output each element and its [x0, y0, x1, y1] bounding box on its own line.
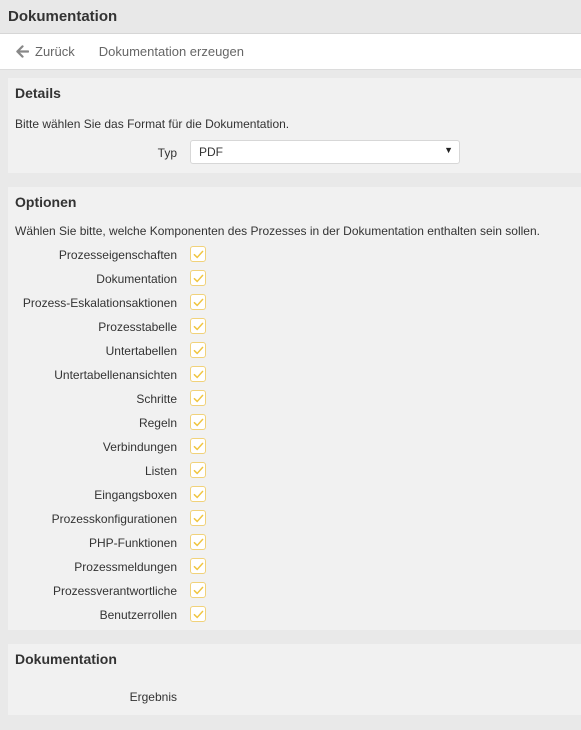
- option-label: Prozessmeldungen: [74, 560, 177, 574]
- options-title: Optionen: [15, 194, 77, 210]
- option-row: Prozessverantwortliche: [8, 580, 581, 604]
- generate-documentation-button[interactable]: Dokumentation erzeugen: [99, 44, 244, 59]
- details-title: Details: [15, 85, 61, 101]
- option-checkbox[interactable]: [190, 390, 206, 406]
- option-row: Prozesstabelle: [8, 316, 581, 340]
- page-title: Dokumentation: [8, 8, 118, 25]
- option-checkbox[interactable]: [190, 270, 206, 286]
- result-label: Ergebnis: [129, 690, 177, 704]
- option-checkbox[interactable]: [190, 294, 206, 310]
- checkmark-icon: [193, 610, 204, 619]
- option-row: Schritte: [8, 388, 581, 412]
- option-row: PHP-Funktionen: [8, 532, 581, 556]
- option-checkbox[interactable]: [190, 486, 206, 502]
- caret-down-icon: ▼: [444, 145, 453, 155]
- option-row: Prozess-Eskalationsaktionen: [8, 292, 581, 316]
- option-row: Benutzerrollen: [8, 604, 581, 628]
- checkmark-icon: [193, 538, 204, 547]
- option-label: Untertabellen: [105, 344, 177, 358]
- option-checkbox[interactable]: [190, 318, 206, 334]
- option-label: Schritte: [136, 392, 177, 406]
- checkmark-icon: [193, 418, 204, 427]
- back-button-label: Zurück: [35, 44, 75, 59]
- checkmark-icon: [193, 442, 204, 451]
- arrow-left-icon: [16, 45, 29, 58]
- option-label: Dokumentation: [96, 272, 177, 286]
- type-select[interactable]: PDF ▼: [190, 140, 460, 164]
- toolbar: Zurück Dokumentation erzeugen: [0, 34, 581, 70]
- option-label: Prozesseigenschaften: [58, 248, 177, 262]
- option-label: Verbindungen: [102, 440, 177, 454]
- option-label: Regeln: [138, 416, 177, 430]
- type-select-value: PDF: [199, 145, 223, 159]
- option-row: Listen: [8, 460, 581, 484]
- type-label: Typ: [157, 146, 177, 160]
- option-checkbox[interactable]: [190, 366, 206, 382]
- option-row: Prozesskonfigurationen: [8, 508, 581, 532]
- checkmark-icon: [193, 586, 204, 595]
- details-description: Bitte wählen Sie das Format für die Doku…: [15, 117, 290, 131]
- option-row: Verbindungen: [8, 436, 581, 460]
- option-row: Untertabellen: [8, 340, 581, 364]
- checkmark-icon: [193, 394, 204, 403]
- checkmark-icon: [193, 322, 204, 331]
- options-description: Wählen Sie bitte, welche Komponenten des…: [15, 224, 540, 238]
- option-label: Prozesskonfigurationen: [51, 512, 177, 526]
- option-checkbox[interactable]: [190, 342, 206, 358]
- option-row: Untertabellenansichten: [8, 364, 581, 388]
- option-label: Untertabellenansichten: [54, 368, 177, 382]
- option-row: Dokumentation: [8, 268, 581, 292]
- checkmark-icon: [193, 250, 204, 259]
- documentation-title: Dokumentation: [15, 651, 117, 667]
- option-row: Prozessmeldungen: [8, 556, 581, 580]
- option-checkbox[interactable]: [190, 414, 206, 430]
- option-checkbox[interactable]: [190, 606, 206, 622]
- option-label: Prozesstabelle: [98, 320, 177, 334]
- option-row: Regeln: [8, 412, 581, 436]
- details-panel: Details Bitte wählen Sie das Format für …: [8, 78, 581, 173]
- option-checkbox[interactable]: [190, 246, 206, 262]
- checkmark-icon: [193, 514, 204, 523]
- option-row: Prozesseigenschaften: [8, 244, 581, 268]
- option-label: Listen: [144, 464, 177, 478]
- option-checkbox[interactable]: [190, 438, 206, 454]
- options-panel: Optionen Wählen Sie bitte, welche Kompon…: [8, 187, 581, 630]
- option-label: Benutzerrollen: [99, 608, 177, 622]
- option-checkbox[interactable]: [190, 558, 206, 574]
- documentation-panel: Dokumentation Ergebnis: [8, 644, 581, 715]
- option-checkbox[interactable]: [190, 462, 206, 478]
- checkmark-icon: [193, 466, 204, 475]
- title-bar: Dokumentation: [0, 0, 581, 34]
- checkmark-icon: [193, 298, 204, 307]
- option-label: Prozess-Eskalationsaktionen: [22, 296, 177, 310]
- checkmark-icon: [193, 490, 204, 499]
- option-label: Eingangsboxen: [94, 488, 177, 502]
- option-label: PHP-Funktionen: [88, 536, 177, 550]
- checkmark-icon: [193, 346, 204, 355]
- option-label: Prozessverantwortliche: [52, 584, 177, 598]
- back-button[interactable]: Zurück: [16, 44, 75, 59]
- checkmark-icon: [193, 274, 204, 283]
- option-checkbox[interactable]: [190, 534, 206, 550]
- option-checkbox[interactable]: [190, 510, 206, 526]
- checkmark-icon: [193, 562, 204, 571]
- option-row: Eingangsboxen: [8, 484, 581, 508]
- option-checkbox[interactable]: [190, 582, 206, 598]
- checkmark-icon: [193, 370, 204, 379]
